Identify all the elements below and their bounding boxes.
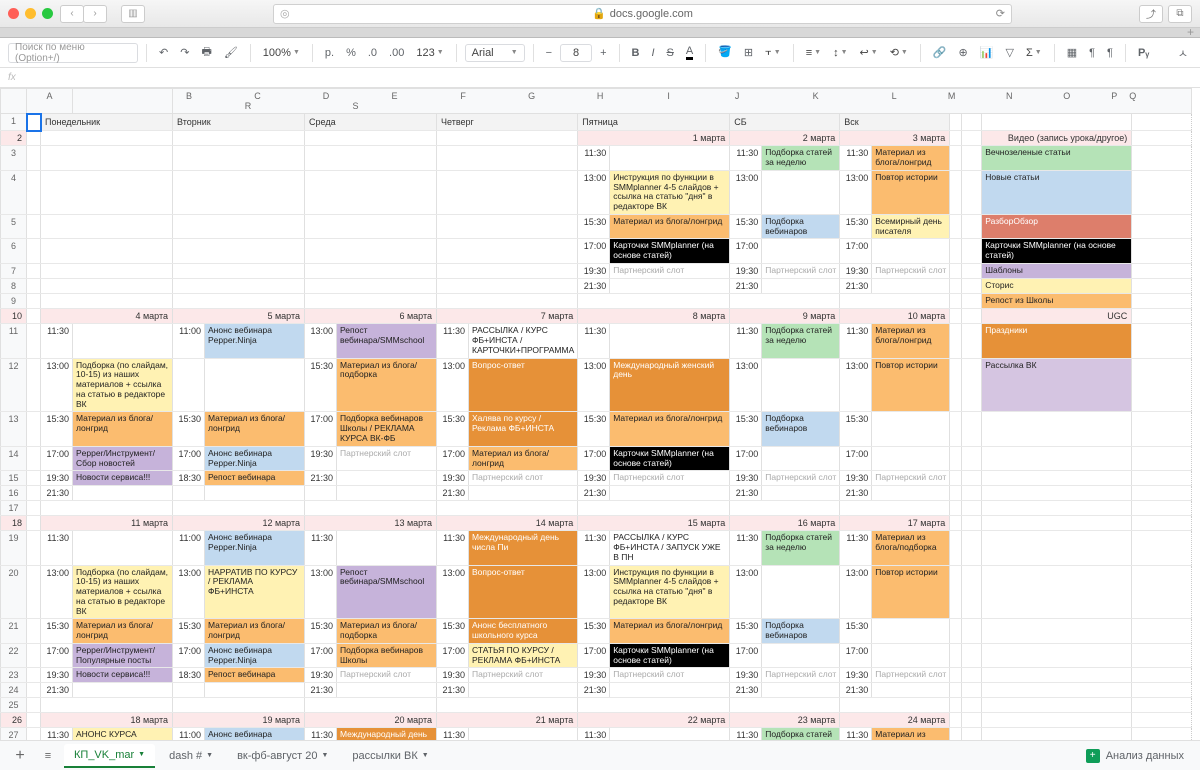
legend-rassvk[interactable]: Рассылка ВК — [982, 358, 1132, 412]
url-bar[interactable]: ◎ 🔒 docs.google.com ⟳ — [273, 4, 1012, 24]
col-header[interactable] — [73, 89, 173, 114]
legend-razbor[interactable]: РазборОбзор — [982, 214, 1132, 239]
paint-format[interactable]: 🖌 — [220, 44, 242, 61]
legend-ugc[interactable]: UGC — [982, 309, 1132, 324]
formula-bar[interactable]: fx — [0, 68, 1200, 88]
comment-button[interactable]: ⊕ — [955, 44, 972, 61]
col-header-row: A B C D E F G H I J K L M N O P Q R S — [1, 89, 1192, 114]
sheet-tabs-bar: + ≡ КП_VK_mar▼ dash #▼ вк-фб-август 20▼ … — [0, 740, 1200, 770]
menu-search[interactable]: Поиск по меню (Option+/) — [8, 43, 138, 63]
valign-button[interactable]: ↕▼ — [829, 45, 851, 61]
spreadsheet-grid[interactable]: A B C D E F G H I J K L M N O P Q R S 1 … — [0, 88, 1200, 740]
legend-storis[interactable]: Сторис — [982, 279, 1132, 294]
legend-repost[interactable]: Репост из Школы — [982, 294, 1132, 309]
maximize-window[interactable] — [42, 8, 53, 19]
sheet-tab[interactable]: рассылки ВК▼ — [342, 745, 438, 767]
select-all-corner[interactable] — [1, 89, 27, 114]
functions-button[interactable]: Σ▼ — [1022, 45, 1046, 61]
lock-icon: 🔒 — [592, 7, 606, 20]
percent-button[interactable]: % — [342, 45, 360, 61]
rotate-button[interactable]: ⟲▼ — [886, 44, 912, 61]
window-controls — [8, 8, 53, 19]
reader-icon: ◎ — [280, 7, 290, 20]
tab-strip: + — [0, 28, 1200, 38]
bold-button[interactable]: B — [628, 45, 644, 61]
sheet-tab[interactable]: dash #▼ — [159, 745, 223, 767]
sheet-tab-active[interactable]: КП_VK_mar▼ — [64, 744, 155, 768]
borders-button[interactable]: ⊞ — [740, 44, 757, 61]
forward-button[interactable]: › — [83, 5, 107, 23]
undo-button[interactable]: ↶ — [155, 44, 172, 61]
sheets-toolbar: Поиск по меню (Option+/) ↶ ↷ 🖶 🖌 100%▼ р… — [0, 38, 1200, 68]
filter-button[interactable]: ▽ — [1001, 44, 1017, 61]
add-sheet[interactable]: + — [8, 747, 32, 765]
legend-prazd[interactable]: Праздники — [982, 324, 1132, 358]
font-select[interactable]: Arial▼ — [465, 44, 525, 62]
merge-button[interactable]: ⫟▼ — [761, 44, 785, 61]
zoom-select[interactable]: 100%▼ — [259, 45, 304, 61]
explore-button[interactable]: +Анализ данных — [1078, 745, 1192, 767]
tb-icon-3[interactable]: ¶ — [1103, 45, 1117, 61]
legend-new[interactable]: Новые статьи — [982, 170, 1132, 214]
col-header[interactable]: A — [27, 89, 73, 114]
redo-button[interactable]: ↷ — [176, 44, 193, 61]
dec-decrease[interactable]: .0 — [364, 45, 381, 61]
tabs-button[interactable]: ⧉ — [1168, 5, 1192, 23]
close-window[interactable] — [8, 8, 19, 19]
italic-button[interactable]: I — [647, 45, 658, 61]
font-size-dec[interactable]: − — [542, 45, 556, 61]
strike-button[interactable]: S — [663, 45, 678, 61]
fill-color[interactable]: 🪣 — [714, 43, 736, 63]
sidebar-toggle[interactable]: ▥ — [121, 5, 145, 23]
legend-video[interactable]: Видео (запись урока/другое) — [982, 131, 1132, 146]
py-button[interactable]: Pᵧ — [1134, 45, 1153, 61]
halign-button[interactable]: ≡▼ — [802, 45, 825, 61]
share-button[interactable]: ⤴ — [1139, 5, 1163, 23]
dec-increase[interactable]: .00 — [385, 45, 408, 61]
chart-button[interactable]: 📊 — [976, 44, 998, 61]
tb-icon-1[interactable]: ▦ — [1063, 44, 1081, 61]
collapse-toolbar[interactable]: ㅅ — [1174, 43, 1192, 63]
tb-icon-2[interactable]: ¶ — [1085, 45, 1099, 61]
sheet-tab[interactable]: вк-фб-август 20▼ — [227, 745, 338, 767]
mac-titlebar: ‹ › ▥ ◎ 🔒 docs.google.com ⟳ ⤴ ⧉ — [0, 0, 1200, 28]
url-text: docs.google.com — [610, 8, 693, 20]
number-format[interactable]: 123▼ — [412, 45, 447, 61]
new-tab[interactable]: + — [1187, 25, 1194, 39]
legend-shab[interactable]: Шаблоны — [982, 264, 1132, 279]
refresh-icon[interactable]: ⟳ — [996, 7, 1005, 20]
minimize-window[interactable] — [25, 8, 36, 19]
legend-kart[interactable]: Карточки SMMplanner (на основе статей) — [982, 239, 1132, 264]
legend-evergreen[interactable]: Вечнозеленые статьи — [982, 146, 1132, 171]
cell-A1[interactable] — [27, 114, 41, 131]
link-button[interactable]: 🔗 — [929, 44, 951, 61]
font-size-inc[interactable]: + — [596, 45, 610, 61]
text-color[interactable]: A — [682, 43, 697, 62]
font-size[interactable]: 8 — [560, 44, 592, 62]
all-sheets-menu[interactable]: ≡ — [36, 750, 60, 762]
print-button[interactable]: 🖶 — [197, 41, 215, 64]
back-button[interactable]: ‹ — [60, 5, 84, 23]
currency-button[interactable]: р. — [321, 45, 338, 61]
wrap-button[interactable]: ↩▼ — [856, 44, 882, 61]
